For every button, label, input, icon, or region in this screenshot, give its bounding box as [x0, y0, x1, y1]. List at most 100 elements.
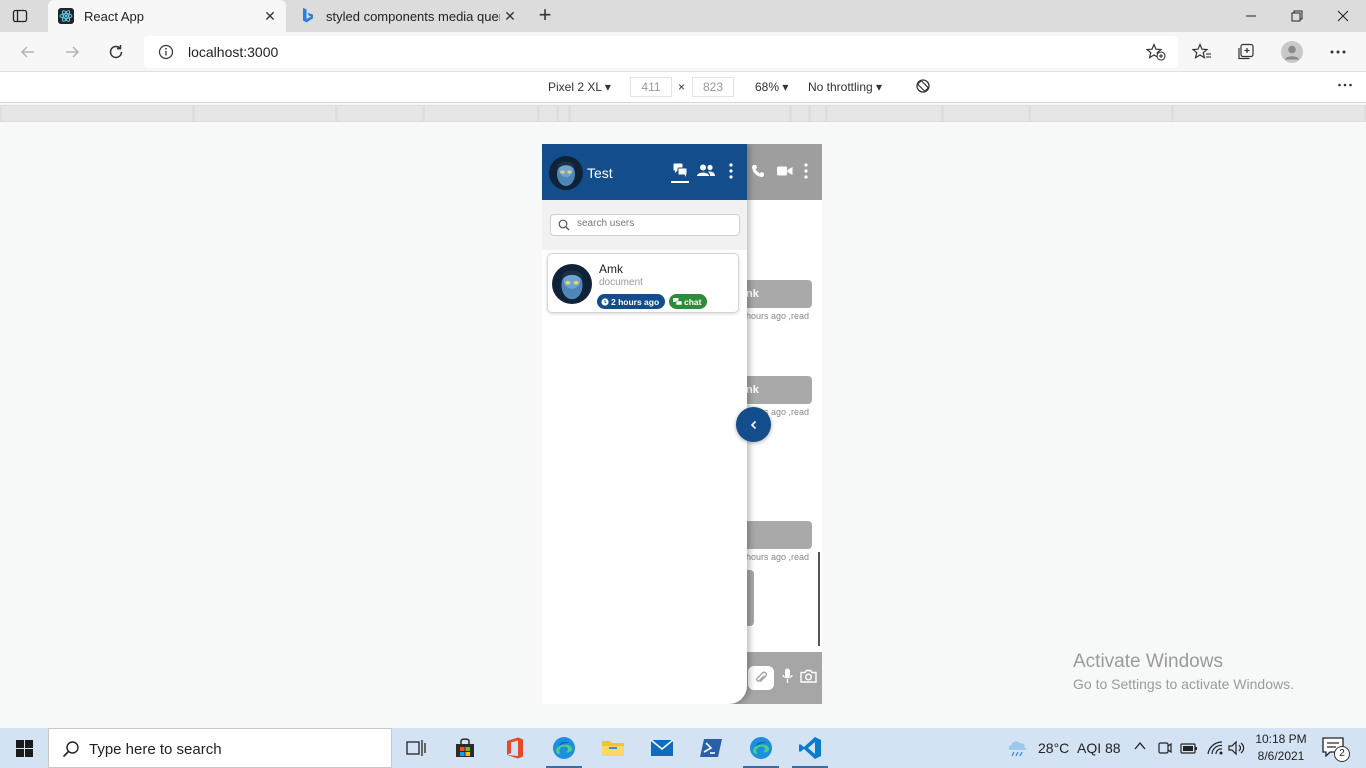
- tab-react-app[interactable]: React App ✕: [48, 0, 286, 32]
- chevron-left-icon: [750, 420, 756, 429]
- throttling-value: No throttling: [808, 80, 873, 94]
- taskbar-search[interactable]: Type here to search: [48, 728, 392, 768]
- file-explorer-icon[interactable]: [589, 728, 637, 768]
- task-view-icon[interactable]: [392, 728, 440, 768]
- restore-button[interactable]: [1274, 0, 1320, 32]
- url-text: localhost:3000: [188, 44, 279, 60]
- search-box[interactable]: [550, 214, 740, 236]
- back-arrow-icon[interactable]: [16, 40, 40, 64]
- dimension-separator: ×: [678, 80, 686, 94]
- profile-avatar-icon[interactable]: [1280, 40, 1304, 64]
- collapse-sidebar-button[interactable]: [736, 407, 771, 442]
- notification-count: 2: [1334, 746, 1350, 762]
- refresh-icon[interactable]: [104, 40, 128, 64]
- search-icon: [558, 219, 570, 234]
- air-quality[interactable]: AQI 88: [1077, 740, 1121, 756]
- close-icon[interactable]: ✕: [500, 8, 520, 25]
- devtools-more-icon[interactable]: [1337, 77, 1353, 96]
- tab-styled-components[interactable]: styled components media querie ✕: [290, 0, 526, 32]
- activation-watermark: Activate Windows Go to Settings to activ…: [1073, 651, 1294, 692]
- ruler-segment[interactable]: [195, 106, 335, 121]
- type-badge-label: chat: [684, 296, 702, 307]
- ruler-segment[interactable]: [792, 106, 808, 121]
- ruler-segment[interactable]: [2, 106, 192, 121]
- wifi-icon[interactable]: [1206, 740, 1224, 759]
- office-icon[interactable]: [491, 728, 539, 768]
- windows-icon: [15, 739, 33, 757]
- browser-toolbar: localhost:3000: [0, 32, 1366, 72]
- ruler-segment[interactable]: [1031, 106, 1171, 121]
- attach-icon[interactable]: [748, 666, 774, 690]
- clock-time: 10:18 PM: [1255, 732, 1307, 746]
- ruler-segment[interactable]: [944, 106, 1028, 121]
- ruler-segment[interactable]: [571, 106, 789, 121]
- media-query-ruler: [0, 105, 1366, 122]
- ruler-segment[interactable]: [540, 106, 556, 121]
- ruler-segment[interactable]: [338, 106, 422, 121]
- collections-icon[interactable]: [1234, 40, 1258, 64]
- info-icon[interactable]: [158, 44, 174, 60]
- ruler-segment[interactable]: [828, 106, 941, 121]
- volume-icon[interactable]: [1228, 740, 1246, 759]
- rotate-icon[interactable]: [915, 78, 931, 97]
- message-meta: hours ago ,read: [746, 552, 810, 562]
- favorites-icon[interactable]: [1190, 40, 1214, 64]
- sidebar-header: Test: [542, 144, 747, 200]
- vscode-icon[interactable]: [786, 728, 834, 768]
- height-input[interactable]: 823: [692, 77, 734, 97]
- battery-icon[interactable]: [1180, 740, 1198, 759]
- search-icon: [62, 740, 80, 761]
- edge-icon[interactable]: [540, 728, 588, 768]
- ruler-segment[interactable]: [811, 106, 825, 121]
- close-window-button[interactable]: [1320, 0, 1366, 32]
- device-select[interactable]: Pixel 2 XL ▾: [548, 80, 611, 94]
- clock-date: 8/6/2021: [1257, 749, 1305, 763]
- camera-icon[interactable]: [800, 669, 817, 686]
- tab-title: styled components media querie: [326, 8, 500, 24]
- video-call-icon[interactable]: [777, 165, 793, 180]
- weather-temp[interactable]: 28°C: [1038, 740, 1069, 756]
- weather-icon[interactable]: [1006, 738, 1030, 761]
- chat-bubble-icon: [673, 297, 682, 305]
- zoom-value: 68%: [755, 80, 780, 94]
- new-tab-button[interactable]: +: [534, 4, 556, 28]
- users-icon[interactable]: [697, 164, 715, 180]
- taskbar: Type here to search 28°C AQI 88 10:18 PM…: [0, 728, 1366, 768]
- minimize-button[interactable]: [1228, 0, 1274, 32]
- ruler-segment[interactable]: [1174, 106, 1364, 121]
- tab-actions-icon[interactable]: [12, 8, 28, 24]
- meet-now-icon[interactable]: [1157, 740, 1173, 759]
- search-input[interactable]: [577, 218, 727, 229]
- chats-icon[interactable]: [671, 163, 689, 183]
- microphone-icon[interactable]: [782, 668, 793, 687]
- mail-icon[interactable]: [638, 728, 686, 768]
- start-button[interactable]: [0, 728, 48, 768]
- ruler-segment[interactable]: [559, 106, 568, 121]
- forward-arrow-icon[interactable]: [60, 40, 84, 64]
- zoom-select[interactable]: 68% ▾: [755, 80, 788, 94]
- scrollbar[interactable]: [818, 552, 820, 646]
- clock[interactable]: 10:18 PM 8/6/2021: [1251, 731, 1311, 765]
- chat-menu-icon[interactable]: [804, 163, 808, 182]
- message-bubble: nk: [742, 280, 812, 308]
- phone-call-icon[interactable]: [751, 164, 765, 181]
- avatar[interactable]: [549, 156, 583, 190]
- avatar: [552, 264, 592, 304]
- edge-icon[interactable]: [737, 728, 785, 768]
- address-bar[interactable]: localhost:3000: [144, 36, 1178, 68]
- more-menu-icon[interactable]: [1326, 40, 1350, 64]
- list-item[interactable]: Amk document 2 hours ago chat: [547, 253, 739, 313]
- ruler-segment[interactable]: [425, 106, 537, 121]
- throttling-select[interactable]: No throttling ▾: [808, 80, 882, 94]
- add-favorite-icon[interactable]: [1145, 42, 1166, 64]
- close-icon[interactable]: ✕: [260, 8, 280, 25]
- chevron-up-icon[interactable]: [1133, 739, 1147, 756]
- contact-name: Amk: [599, 262, 623, 276]
- notifications-icon[interactable]: 2: [1322, 737, 1350, 762]
- store-icon[interactable]: [441, 728, 489, 768]
- width-input[interactable]: 411: [630, 77, 672, 97]
- sidebar-menu-icon[interactable]: [729, 163, 733, 182]
- taskbar-search-placeholder: Type here to search: [89, 741, 222, 758]
- powershell-icon[interactable]: [687, 728, 735, 768]
- react-icon: [58, 8, 74, 24]
